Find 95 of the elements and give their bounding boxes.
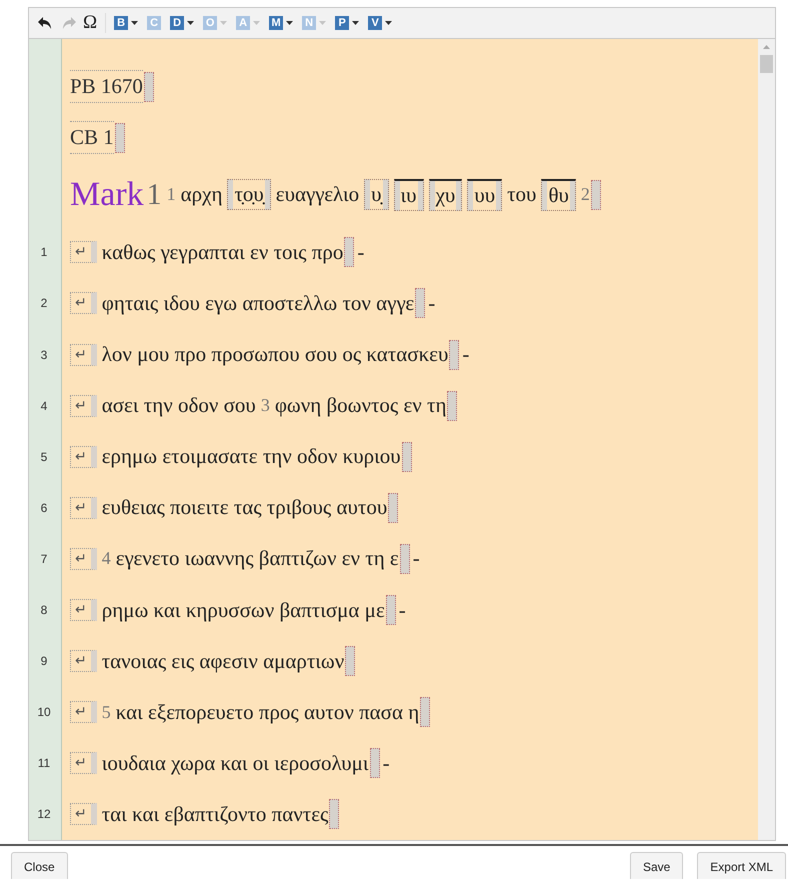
text-span: ευθειας ποιειτε τας τριβους αυτου — [102, 495, 388, 520]
line-number: 6 — [40, 500, 48, 515]
tag-marker[interactable] — [386, 595, 396, 626]
tag-marker[interactable] — [388, 492, 398, 523]
tag-marker[interactable] — [345, 646, 356, 676]
tag-marker[interactable] — [447, 390, 458, 421]
abbreviation-tag[interactable]: τ̣ο̣υ̣ — [227, 179, 271, 210]
hyphen: - — [412, 546, 420, 572]
line-break-tag[interactable]: ↵ — [70, 446, 97, 468]
hyphen: - — [357, 240, 364, 265]
line-break-tag[interactable]: ↵ — [70, 650, 97, 672]
book-title: Mark — [70, 176, 144, 214]
tag-marker[interactable] — [590, 180, 601, 210]
milestone-tag[interactable]: PB 1670 — [70, 70, 143, 104]
text-span: του — [507, 182, 536, 208]
verse-number: 4 — [102, 548, 111, 570]
text-span: ερημω ετοιμασατε την οδον κυριου — [102, 444, 401, 470]
tag-button[interactable]: P — [335, 16, 350, 30]
tag-button[interactable]: V — [368, 16, 382, 30]
footer-button[interactable]: Save — [630, 852, 684, 879]
text-span: ρημω και κηρυσσων βαπτισμα με — [102, 598, 385, 623]
line-break-tag[interactable]: ↵ — [70, 701, 97, 724]
text-span: ται και εβαπτιζοντο παντες — [102, 802, 328, 827]
line-break-tag[interactable]: ↵ — [70, 803, 97, 826]
tag-marker[interactable] — [449, 340, 460, 370]
line-break-tag[interactable]: ↵ — [70, 241, 97, 264]
line-number: 9 — [40, 654, 48, 668]
scrollbar-thumb[interactable] — [760, 55, 773, 73]
caret-icon[interactable] — [286, 21, 294, 25]
tag-marker[interactable] — [415, 288, 426, 318]
line-number: 4 — [40, 398, 48, 413]
tag-button[interactable]: B — [114, 16, 128, 30]
line-number: 8 — [40, 603, 48, 618]
tag-marker[interactable] — [402, 442, 412, 472]
redo-icon[interactable] — [61, 16, 77, 30]
abbreviation-tag[interactable]: ιυ — [394, 178, 424, 211]
close-button[interactable]: Close — [11, 852, 68, 879]
line-break-tag[interactable]: ↵ — [70, 344, 97, 366]
tag-marker[interactable] — [144, 72, 154, 102]
text-span: φηταις ιδου εγω αποστελλω τον αγγε — [102, 290, 414, 316]
line-number: 11 — [36, 756, 52, 770]
line-break-tag[interactable]: ↵ — [70, 752, 97, 774]
special-character-button[interactable]: Ω — [83, 13, 98, 33]
tag-button[interactable]: M — [269, 16, 284, 30]
text-span: φωνη βοωντος εν τη — [274, 393, 446, 418]
footer-button[interactable]: Export XML — [697, 852, 786, 879]
abbreviation-tag[interactable]: υυ — [467, 178, 502, 211]
tag-button[interactable]: D — [170, 16, 184, 30]
hyphen: - — [398, 598, 406, 623]
text-span: και εξεπορευετο προς αυτον πασα η — [116, 700, 420, 725]
tag-marker[interactable] — [344, 237, 354, 268]
text-span: ευαγγελιο — [276, 182, 360, 208]
verse-number: 5 — [102, 702, 111, 723]
scrollbar[interactable] — [758, 39, 775, 840]
verse-number: 3 — [260, 395, 270, 416]
line-break-tag[interactable]: ↵ — [70, 548, 97, 570]
line-number: 2 — [40, 296, 48, 310]
tag-marker[interactable] — [370, 748, 380, 778]
line-number: 12 — [36, 807, 52, 822]
text-span: αρχη — [180, 182, 222, 208]
line-break-tag[interactable]: ↵ — [70, 496, 97, 519]
line-number: 1 — [40, 245, 48, 260]
abbreviation-tag[interactable]: χυ — [428, 178, 462, 211]
text-span: λον μου προ προσωπου σου ος κατασκευ — [102, 342, 448, 367]
hyphen: - — [462, 342, 470, 367]
line-break-tag[interactable]: ↵ — [70, 292, 97, 314]
tag-marker[interactable] — [329, 799, 340, 830]
caret-icon[interactable] — [187, 21, 194, 25]
abbreviation-tag[interactable]: θυ — [541, 178, 576, 211]
text-span: εγενετο ιωαννης βαπτιζων εν τη ε — [116, 546, 399, 572]
scroll-up-icon[interactable] — [763, 45, 770, 49]
caret-icon[interactable] — [131, 21, 138, 25]
line-break-tag[interactable]: ↵ — [70, 599, 97, 622]
line-number: 3 — [40, 348, 48, 362]
line-number: 5 — [40, 450, 48, 464]
line-break-tag[interactable]: ↵ — [70, 394, 97, 417]
text-span: ασει την οδον σου — [102, 393, 256, 418]
hyphen: - — [428, 290, 436, 316]
tag-marker[interactable] — [400, 544, 410, 574]
undo-icon[interactable] — [37, 16, 53, 30]
milestone-tag[interactable]: CB 1 — [70, 121, 114, 154]
verse-number: 1 — [166, 184, 176, 206]
tag-marker[interactable] — [114, 122, 125, 153]
hyphen: - — [382, 750, 390, 776]
text-span: τανοιας εις αφεσιν αμαρτιων — [102, 648, 344, 674]
line-number: 7 — [40, 552, 48, 566]
text-span: ιουδαια χωρα και οι ιεροσολυμι — [102, 750, 369, 776]
chapter-number: 1 — [146, 178, 162, 212]
tag-marker[interactable] — [420, 697, 430, 728]
verse-number: 2 — [580, 184, 590, 206]
caret-icon[interactable] — [385, 21, 392, 25]
abbreviation-tag[interactable]: υ̣ — [364, 179, 389, 210]
text-span: καθως γεγραπται εν τοις προ — [102, 240, 344, 265]
line-number: 10 — [36, 705, 52, 720]
caret-icon[interactable] — [352, 21, 360, 25]
